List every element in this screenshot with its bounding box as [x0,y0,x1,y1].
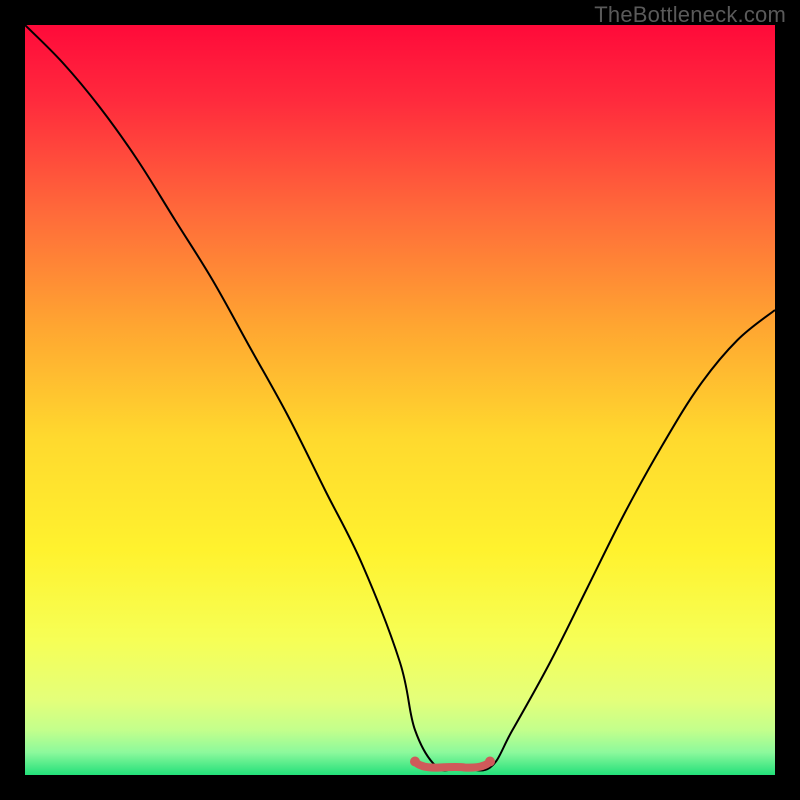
curve-layer [25,25,775,775]
watermark-text: TheBottleneck.com [594,2,786,28]
valley-endpoint-left [410,757,420,767]
valley-endpoint-right [485,757,495,767]
valley-band [415,762,490,768]
chart-frame: TheBottleneck.com [0,0,800,800]
bottleneck-curve [25,25,775,771]
plot-area [25,25,775,775]
